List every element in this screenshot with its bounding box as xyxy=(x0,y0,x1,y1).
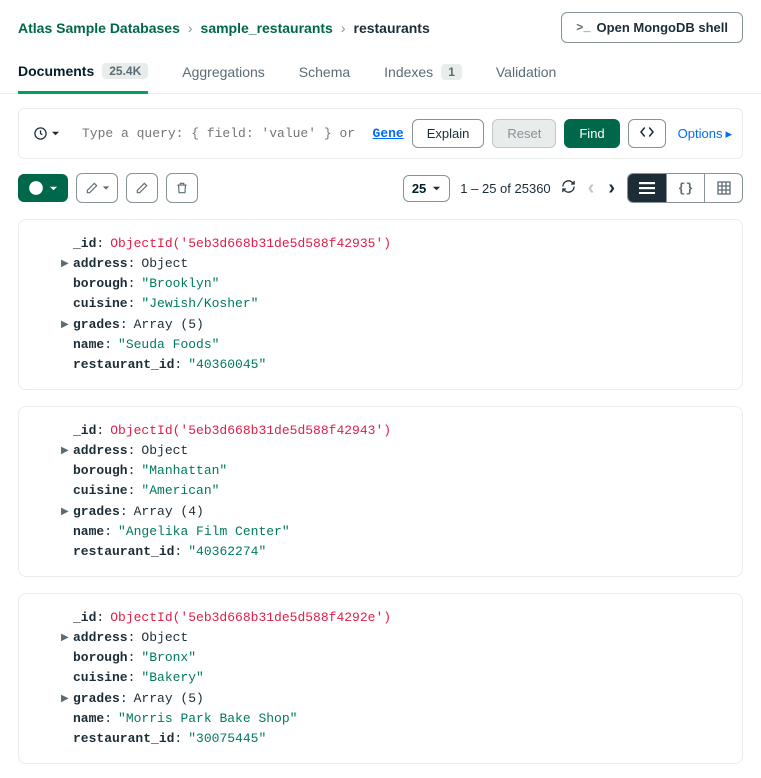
field-restaurant-id: "40362274" xyxy=(188,542,266,562)
field-restaurant-id: "30075445" xyxy=(188,729,266,749)
field-cuisine: "American" xyxy=(141,481,219,501)
open-shell-button[interactable]: >_ Open MongoDB shell xyxy=(561,12,743,43)
field-id: ObjectId('5eb3d668b31de5d588f42943') xyxy=(110,421,391,441)
next-page-button[interactable]: › xyxy=(606,177,617,200)
options-link[interactable]: Options ▸ xyxy=(678,126,732,142)
code-icon xyxy=(639,126,655,138)
view-json-button[interactable]: {} xyxy=(666,174,704,202)
add-data-button[interactable] xyxy=(18,174,68,202)
breadcrumb: Atlas Sample Databases › sample_restaura… xyxy=(18,20,430,36)
tab-validation[interactable]: Validation xyxy=(496,54,556,92)
generate-query-link[interactable]: Gene xyxy=(373,126,404,141)
explain-button[interactable]: Explain xyxy=(412,119,485,148)
indexes-count-badge: 1 xyxy=(441,64,462,80)
page-size-value: 25 xyxy=(412,181,426,196)
expand-icon[interactable]: ▶ xyxy=(61,318,69,334)
document-card[interactable]: _id:ObjectId('5eb3d668b31de5d588f4292e')… xyxy=(18,593,743,764)
field-grades: Array (5) xyxy=(134,689,204,709)
table-icon xyxy=(717,181,731,195)
delete-button[interactable] xyxy=(166,173,198,203)
query-input[interactable] xyxy=(74,122,365,145)
toggle-query-format-button[interactable] xyxy=(628,119,666,148)
caret-down-icon xyxy=(51,129,60,138)
chevron-right-icon: ▸ xyxy=(725,126,732,142)
prev-page-button[interactable]: ‹ xyxy=(586,177,597,200)
expand-icon[interactable]: ▶ xyxy=(61,444,69,460)
crumb-db[interactable]: sample_restaurants xyxy=(201,20,333,36)
options-label: Options xyxy=(678,126,723,141)
edit-document-button[interactable] xyxy=(76,173,118,203)
tab-indexes-label: Indexes xyxy=(384,64,433,80)
tab-indexes[interactable]: Indexes 1 xyxy=(384,54,462,92)
trash-icon xyxy=(175,181,189,195)
reset-button[interactable]: Reset xyxy=(492,119,556,148)
terminal-icon: >_ xyxy=(576,21,590,35)
field-borough: "Bronx" xyxy=(141,648,196,668)
field-id: ObjectId('5eb3d668b31de5d588f4292e') xyxy=(110,608,391,628)
crumb-root[interactable]: Atlas Sample Databases xyxy=(18,20,180,36)
pencil-icon xyxy=(135,181,149,195)
field-restaurant-id: "40360045" xyxy=(188,355,266,375)
edit-icon xyxy=(85,181,99,195)
field-id: ObjectId('5eb3d668b31de5d588f42935') xyxy=(110,234,391,254)
pagination-range: 1 – 25 of 25360 xyxy=(460,181,550,196)
view-list-button[interactable] xyxy=(628,174,666,202)
chevron-right-icon: › xyxy=(188,20,193,36)
expand-icon[interactable]: ▶ xyxy=(61,257,69,273)
field-cuisine: "Jewish/Kosher" xyxy=(141,294,258,314)
caret-down-icon xyxy=(49,184,58,193)
view-toggle: {} xyxy=(627,173,743,203)
field-address: Object xyxy=(141,628,188,648)
field-grades: Array (5) xyxy=(134,315,204,335)
list-icon xyxy=(639,182,655,194)
caret-down-icon xyxy=(102,184,110,192)
history-button[interactable] xyxy=(27,122,66,145)
braces-icon: {} xyxy=(678,181,694,196)
refresh-button[interactable] xyxy=(561,179,576,197)
tab-schema[interactable]: Schema xyxy=(299,54,350,92)
field-name: "Seuda Foods" xyxy=(118,335,219,355)
expand-icon[interactable]: ▶ xyxy=(61,505,69,521)
tab-aggregations[interactable]: Aggregations xyxy=(182,54,265,92)
field-borough: "Manhattan" xyxy=(141,461,227,481)
tab-documents[interactable]: Documents 25.4K xyxy=(18,53,148,94)
field-address: Object xyxy=(141,254,188,274)
tabs: Documents 25.4K Aggregations Schema Inde… xyxy=(0,53,761,94)
clock-icon xyxy=(33,126,48,141)
field-grades: Array (4) xyxy=(134,502,204,522)
expand-icon[interactable]: ▶ xyxy=(61,631,69,647)
field-address: Object xyxy=(141,441,188,461)
plus-circle-icon xyxy=(28,180,44,196)
field-name: "Angelika Film Center" xyxy=(118,522,290,542)
open-shell-label: Open MongoDB shell xyxy=(597,20,728,35)
query-bar: Gene Explain Reset Find Options ▸ xyxy=(18,108,743,159)
field-name: "Morris Park Bake Shop" xyxy=(118,709,297,729)
page-size-select[interactable]: 25 xyxy=(403,175,450,202)
tab-documents-label: Documents xyxy=(18,63,94,79)
expand-icon[interactable]: ▶ xyxy=(61,692,69,708)
edit-button[interactable] xyxy=(126,173,158,203)
field-borough: "Brooklyn" xyxy=(141,274,219,294)
view-table-button[interactable] xyxy=(704,174,742,202)
crumb-collection: restaurants xyxy=(354,20,430,36)
chevron-right-icon: › xyxy=(341,20,346,36)
field-cuisine: "Bakery" xyxy=(141,668,203,688)
document-card[interactable]: _id:ObjectId('5eb3d668b31de5d588f42943')… xyxy=(18,406,743,577)
document-card[interactable]: _id:ObjectId('5eb3d668b31de5d588f42935')… xyxy=(18,219,743,390)
documents-count-badge: 25.4K xyxy=(102,63,148,79)
find-button[interactable]: Find xyxy=(564,119,619,148)
refresh-icon xyxy=(561,179,576,194)
caret-down-icon xyxy=(432,184,441,193)
